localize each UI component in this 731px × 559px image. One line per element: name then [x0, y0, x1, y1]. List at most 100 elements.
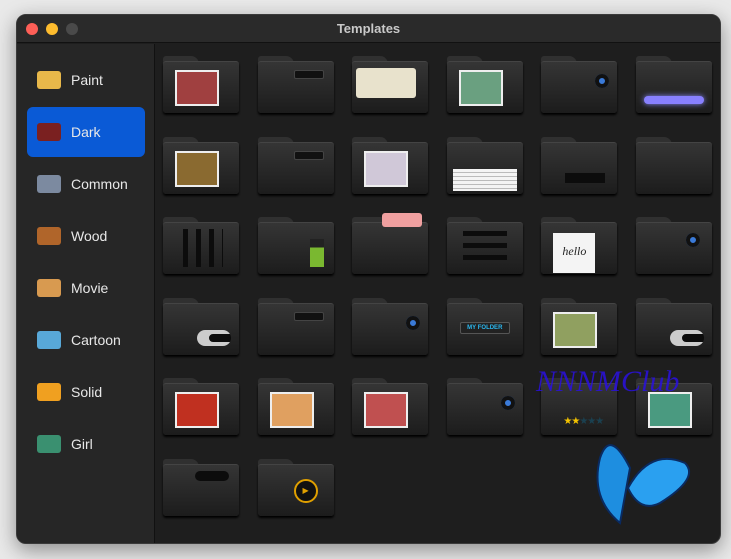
folder-icon: [636, 302, 712, 355]
category-thumbnail-icon: [37, 123, 61, 141]
sidebar-item-label: Girl: [71, 436, 93, 452]
sidebar-item-label: Movie: [71, 280, 109, 296]
folder-icon: [257, 302, 334, 355]
round-button-icon: [500, 396, 515, 410]
photo-thumbnail: [458, 70, 503, 106]
folder-template[interactable]: [257, 378, 334, 436]
dots-icon: [195, 470, 229, 481]
watermark: NNNMClub: [536, 365, 680, 398]
photo-thumbnail: [269, 392, 314, 428]
folder-template[interactable]: [446, 56, 523, 114]
folder-template[interactable]: [446, 217, 523, 275]
battery-icon: [309, 239, 324, 267]
window-title: Templates: [336, 21, 401, 36]
switch-icon: [293, 311, 324, 321]
folder-template[interactable]: [446, 378, 523, 436]
sidebar-item-solid[interactable]: Solid: [27, 367, 145, 417]
photo-thumbnail: [553, 311, 598, 348]
sidebar-item-paint[interactable]: Paint: [27, 55, 145, 105]
folder-template[interactable]: [352, 378, 429, 436]
folder-icon: [636, 222, 712, 274]
folder-template[interactable]: [541, 297, 618, 356]
switch-icon: [293, 150, 324, 160]
folder-template[interactable]: [636, 136, 712, 195]
sidebar-item-movie[interactable]: Movie: [27, 263, 145, 313]
folder-template[interactable]: [163, 378, 239, 436]
folder-template[interactable]: [352, 213, 429, 275]
folder-label: MY FOLDER: [459, 321, 510, 334]
folder-template[interactable]: MY FOLDER: [446, 297, 523, 356]
sidebar-item-label: Common: [71, 176, 128, 192]
sidebar-item-cartoon[interactable]: Cartoon: [27, 315, 145, 365]
folder-icon: [636, 141, 712, 194]
cassette-icon: [356, 68, 417, 98]
category-thumbnail-icon: [37, 383, 61, 401]
category-thumbnail-icon: [37, 175, 61, 193]
folder-template[interactable]: [352, 136, 429, 195]
photo-thumbnail: [364, 392, 409, 428]
folder-template[interactable]: [163, 458, 239, 517]
folder-template[interactable]: [352, 297, 429, 356]
folder-template[interactable]: [636, 297, 712, 356]
sidebar-item-label: Solid: [71, 384, 103, 400]
minimize-button[interactable]: [46, 23, 58, 35]
sidebar-item-label: Paint: [71, 72, 103, 88]
star-icon: ★: [595, 416, 604, 427]
photo-thumbnail: [175, 70, 219, 106]
category-thumbnail-icon: [37, 71, 61, 89]
slot-icon: [565, 172, 606, 183]
sidebar-item-label: Cartoon: [71, 332, 121, 348]
photo-thumbnail: [175, 150, 219, 187]
sidebar-item-label: Dark: [71, 124, 101, 140]
folder-icon: [257, 141, 334, 194]
category-thumbnail-icon: [37, 227, 61, 245]
folder-template[interactable]: [163, 136, 239, 195]
folder-template[interactable]: [257, 56, 334, 114]
folder-template[interactable]: [257, 297, 334, 356]
glow-bar-icon: [644, 96, 704, 104]
folder-template[interactable]: [541, 56, 618, 114]
sliders-icon: [462, 231, 507, 261]
sidebar-item-common[interactable]: Common: [27, 159, 145, 209]
sidebar-item-girl[interactable]: Girl: [27, 419, 145, 469]
category-thumbnail-icon: [37, 435, 61, 453]
category-thumbnail-icon: [37, 331, 61, 349]
photo-thumbnail: [364, 150, 409, 187]
close-button[interactable]: [26, 23, 38, 35]
zoom-button[interactable]: [66, 23, 78, 35]
sidebar-item-label: Wood: [71, 228, 108, 244]
folder-icon: [541, 61, 618, 113]
toggle-icon: [670, 329, 704, 346]
star-rating: ★★★★★: [563, 416, 604, 427]
folder-template[interactable]: [636, 217, 712, 275]
bars-icon: [183, 229, 223, 267]
folder-template[interactable]: ▶: [257, 458, 334, 517]
category-thumbnail-icon: [37, 279, 61, 297]
papers-icon: [452, 168, 517, 191]
tag-icon: [382, 213, 423, 227]
butterfly-image: [596, 444, 691, 525]
heart-button-icon: [686, 233, 700, 247]
photo-thumbnail: [175, 392, 219, 428]
sidebar-item-wood[interactable]: Wood: [27, 211, 145, 261]
folder-template[interactable]: [163, 56, 239, 114]
folder-template[interactable]: [257, 217, 334, 275]
play-button-icon: ▶: [293, 478, 318, 503]
toggle-icon: [197, 329, 231, 346]
folder-template[interactable]: [352, 56, 429, 114]
title-bar: Templates: [17, 15, 720, 43]
folder-template[interactable]: [446, 136, 523, 195]
folder-icon: [257, 61, 334, 113]
note-paper: hello: [553, 233, 596, 273]
folder-template[interactable]: [636, 56, 712, 114]
folder-template[interactable]: [163, 297, 239, 356]
folder-template[interactable]: [257, 136, 334, 195]
sidebar: Paint Dark Common Wood Movie Cartoon Solid Girl: [17, 44, 155, 543]
folder-icon: [541, 141, 618, 194]
folder-template[interactable]: [541, 136, 618, 195]
folder-template[interactable]: [163, 217, 239, 275]
folder-icon: [636, 61, 712, 113]
sidebar-item-dark[interactable]: Dark: [27, 107, 145, 157]
round-button-icon: [406, 315, 421, 330]
folder-template[interactable]: hello: [541, 217, 618, 275]
